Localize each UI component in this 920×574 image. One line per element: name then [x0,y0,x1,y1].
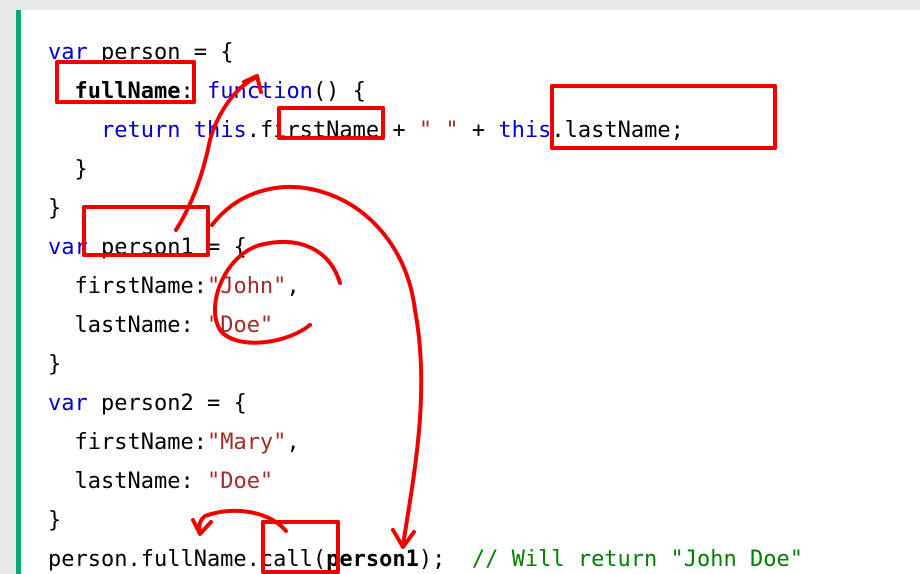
property-key: lastName: [74,313,207,338]
keyword: var [48,235,88,260]
code-line-4: } [48,157,88,182]
code-text: , [286,274,300,299]
code-line-12: lastName: "Doe" [48,468,274,496]
keyword: return [100,118,181,143]
code-line-10: var person2 = { [48,390,247,418]
code-comment: // Will return "John Doe" [471,547,803,572]
string-literal: "Doe" [206,469,274,494]
code-text: .firstName + [246,118,419,143]
call-argument: person1 [326,547,419,572]
code-text: ); [418,547,472,572]
code-text: person2 = { [87,391,247,416]
string-literal: "Mary" [206,430,287,455]
code-text: person.fullName.call( [48,547,327,572]
code-line-13: } [48,508,62,533]
code-line-5: } [48,196,62,221]
code-line-1: var person = { [48,39,233,67]
code-text: + [458,118,499,143]
code-line-8: lastName: "Doe" [48,312,274,340]
string-literal: "Doe" [206,313,274,338]
code-text: person = { [87,40,234,65]
code-line-11: firstName:"Mary", [48,429,300,457]
code-line-6: var person1 = { [48,234,247,262]
code-line-3: return this.firstName + " " + this.lastN… [48,117,684,145]
property-key: lastName: [74,469,207,494]
property-key: firstName: [74,274,207,299]
keyword: var [48,391,88,416]
keyword: var [48,40,88,65]
code-text: () { [312,79,366,104]
code-line-9: } [48,352,62,377]
property-key: firstName: [74,430,207,455]
keyword: this [193,118,247,143]
string-literal: "John" [206,274,287,299]
code-text: : [180,79,207,104]
keyword: this [498,118,552,143]
code-line-7: firstName:"John", [48,273,300,301]
code-text: person1 = { [87,235,247,260]
code-line-2: fullName: function() { [48,78,366,106]
code-line-14: person.fullName.call(person1); // Will r… [48,546,803,574]
code-text: .lastName; [551,118,684,143]
fullname-property: fullName [74,79,181,104]
keyword: function [206,79,313,104]
string-literal: " " [418,118,459,143]
code-example-panel: var person = { fullName: function() { re… [16,10,920,574]
code-text: , [286,430,300,455]
